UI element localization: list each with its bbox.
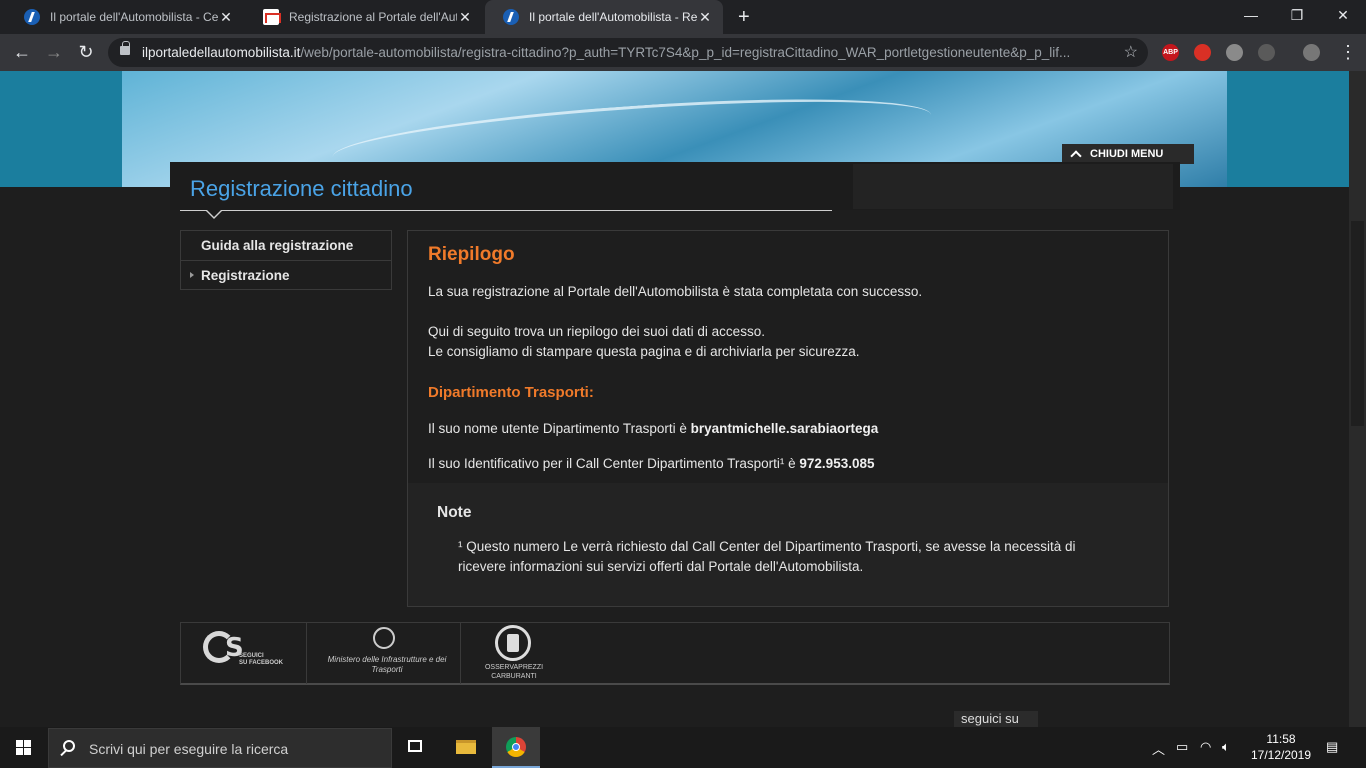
header-right-panel xyxy=(853,164,1173,209)
summary-heading: Riepilogo xyxy=(428,244,515,265)
callcenter-prefix: Il suo Identificativo per il Call Center… xyxy=(428,456,800,471)
portale-icon xyxy=(503,9,519,25)
tab-title: Il portale dell'Automobilista - Reg xyxy=(529,10,697,24)
summary-intro: Qui di seguito trova un riepilogo dei su… xyxy=(428,324,765,339)
chevron-up-icon[interactable]: ︿ xyxy=(1152,739,1165,758)
cs-logo-caption: SEGUICI SU FACEBOOK xyxy=(239,653,284,666)
url-text[interactable]: ilportaledellautomobilista.it/web/portal… xyxy=(142,45,1112,60)
ministry-logo[interactable]: Ministero delle Infrastrutture e dei Tra… xyxy=(307,623,461,684)
callcenter-id-value: 972.953.085 xyxy=(799,456,875,471)
username-line: Il suo nome utente Dipartimento Trasport… xyxy=(428,421,878,436)
chrome-icon[interactable] xyxy=(492,727,540,768)
url-host: ilportaledellautomobilista.it xyxy=(142,45,301,60)
note-section: Note ¹ Questo numero Le verrà richiesto … xyxy=(408,483,1168,606)
close-menu-label: CHIUDI MENU xyxy=(1090,148,1164,160)
battery-icon[interactable]: ▭ xyxy=(1176,739,1188,755)
close-icon[interactable]: ✕ xyxy=(697,9,713,26)
close-icon[interactable]: ✕ xyxy=(457,9,473,26)
forward-icon[interactable]: → xyxy=(42,40,66,64)
department-heading: Dipartimento Trasporti: xyxy=(428,384,594,401)
sidebar-item-guida[interactable]: Guida alla registrazione xyxy=(181,231,391,260)
stop-icon[interactable] xyxy=(1194,44,1211,61)
wifi-icon[interactable]: ◠ xyxy=(1200,739,1211,755)
url-path: /web/portale-automobilista/registra-citt… xyxy=(300,45,1071,60)
sidebar-item-label: Registrazione xyxy=(201,268,290,283)
bookmark-star-icon[interactable]: ☆ xyxy=(1124,42,1138,62)
clock-time: 11:58 xyxy=(1266,732,1296,746)
taskbar-search[interactable]: Scrivi qui per eseguire la ricerca xyxy=(48,728,392,768)
tab-portale-active[interactable]: Il portale dell'Automobilista - Reg ✕ xyxy=(485,0,723,34)
title-notch xyxy=(205,209,223,219)
sidebar-nav: Guida alla registrazione Registrazione xyxy=(180,230,392,290)
title-divider xyxy=(180,210,832,211)
success-message: La sua registrazione al Portale dell'Aut… xyxy=(428,284,923,299)
close-icon[interactable]: ✕ xyxy=(218,9,234,26)
follow-us-label: seguici su xyxy=(954,711,1038,727)
caret-right-icon xyxy=(190,272,194,278)
maximize-button[interactable]: ❐ xyxy=(1274,0,1320,34)
clock-date: 17/12/2019 xyxy=(1250,748,1312,762)
reload-icon[interactable]: ↻ xyxy=(74,40,98,64)
callcenter-line: Il suo Identificativo per il Call Center… xyxy=(428,456,874,471)
browser-tab-bar: Il portale dell'Automobilista - Cer ✕ Re… xyxy=(0,0,1366,34)
close-menu-button[interactable]: CHIUDI MENU xyxy=(1062,144,1194,164)
taskbar-clock[interactable]: 11:58 17/12/2019 xyxy=(1246,731,1316,763)
print-advice: Le consigliamo di stampare questa pagina… xyxy=(428,344,860,359)
username-value: bryantmichelle.sarabiaortega xyxy=(690,421,879,436)
tab-title: Il portale dell'Automobilista - Cer xyxy=(50,10,218,24)
gmail-icon xyxy=(263,9,281,25)
menu-dots-icon[interactable]: ⋮ xyxy=(1336,40,1360,64)
osservaprezzi-caption: OSSERVAPREZZI CARBURANTI xyxy=(484,664,544,680)
sidebar-item-registrazione[interactable]: Registrazione xyxy=(181,260,391,289)
tab-gmail[interactable]: Registrazione al Portale dell'Auto ✕ xyxy=(245,0,483,34)
compass-icon[interactable] xyxy=(1226,44,1243,61)
search-placeholder: Scrivi qui per eseguire la ricerca xyxy=(89,741,289,757)
cs-logo[interactable]: S SEGUICI SU FACEBOOK xyxy=(181,623,307,684)
osservaprezzi-logo[interactable]: OSSERVAPREZZI CARBURANTI xyxy=(461,623,551,684)
note-title: Note xyxy=(437,504,472,521)
windows-taskbar: Scrivi qui per eseguire la ricerca ︿ ▭ ◠… xyxy=(0,727,1366,768)
minimize-button[interactable]: — xyxy=(1228,0,1274,34)
username-prefix: Il suo nome utente Dipartimento Trasport… xyxy=(428,421,691,436)
chevron-up-icon xyxy=(1070,150,1082,162)
adblock-icon[interactable]: ABP xyxy=(1162,44,1179,61)
volume-icon[interactable]: 🔈︎ xyxy=(1222,739,1230,755)
task-view-icon[interactable] xyxy=(392,727,440,768)
lock-icon xyxy=(120,41,130,55)
page-scrollbar[interactable] xyxy=(1349,71,1366,727)
browser-toolbar: ← → ↻ ilportaledellautomobilista.it/web/… xyxy=(0,34,1366,71)
summary-panel: Riepilogo La sua registrazione al Portal… xyxy=(407,230,1169,607)
tab-portale-1[interactable]: Il portale dell'Automobilista - Cer ✕ xyxy=(6,0,244,34)
note-text: ¹ Questo numero Le verrà richiesto dal C… xyxy=(458,539,1076,574)
windows-start-icon[interactable] xyxy=(16,740,32,756)
ministry-caption: Ministero delle Infrastrutture e dei Tra… xyxy=(327,655,447,674)
search-icon xyxy=(63,740,75,752)
fuel-pump-icon xyxy=(495,625,531,661)
glasses-icon[interactable] xyxy=(1258,44,1275,61)
notifications-icon[interactable]: ▤ xyxy=(1326,739,1338,755)
footer-logos: S SEGUICI SU FACEBOOK Ministero delle In… xyxy=(180,622,1170,685)
scrollbar-thumb[interactable] xyxy=(1351,221,1364,426)
close-window-button[interactable]: ✕ xyxy=(1320,0,1366,34)
page-title: Registrazione cittadino xyxy=(190,176,413,201)
back-icon[interactable]: ← xyxy=(10,40,34,64)
new-tab-button[interactable]: + xyxy=(738,6,750,29)
file-explorer-icon[interactable] xyxy=(442,727,490,768)
portale-icon xyxy=(24,9,40,25)
sidebar-item-label: Guida alla registrazione xyxy=(201,238,354,253)
address-bar[interactable]: ilportaledellautomobilista.it/web/portal… xyxy=(108,38,1148,67)
page-viewport: CHIUDI MENU Registrazione cittadino Guid… xyxy=(0,71,1366,727)
tab-title: Registrazione al Portale dell'Auto xyxy=(289,10,457,24)
profile-icon[interactable] xyxy=(1303,44,1320,61)
emblem-icon xyxy=(373,627,395,649)
